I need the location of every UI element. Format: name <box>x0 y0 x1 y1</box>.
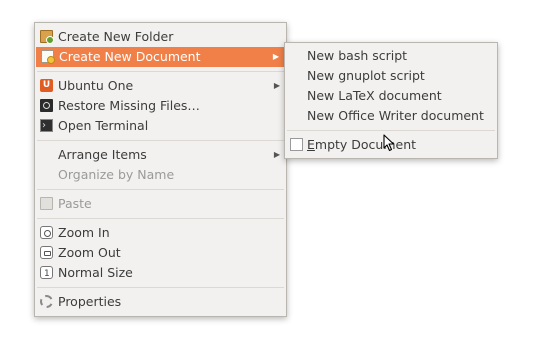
terminal-icon <box>40 116 53 136</box>
restore-icon <box>40 99 53 112</box>
menu-separator <box>287 130 495 131</box>
paste-icon <box>40 197 53 210</box>
menu-separator <box>37 71 284 72</box>
properties-icon <box>40 295 53 308</box>
menu-item-label: Organize by Name <box>58 167 175 182</box>
menu-item-open-terminal[interactable]: Open Terminal <box>35 116 286 136</box>
menu-separator <box>37 218 284 219</box>
menu-item-label: Zoom Out <box>58 245 121 260</box>
document-new-icon <box>41 50 55 64</box>
menu-item-label: New gnuplot script <box>307 68 425 83</box>
menu-item-zoom-out[interactable]: Zoom Out <box>35 243 286 263</box>
menu-item-label: Open Terminal <box>58 118 149 133</box>
menu-item-arrange-items[interactable]: Arrange Items ▶ <box>35 145 286 165</box>
menu-item-label: Restore Missing Files… <box>58 98 200 113</box>
menu-item-label: Zoom In <box>58 225 110 240</box>
menu-item-label: New bash script <box>307 48 408 63</box>
folder-new-icon <box>40 30 54 44</box>
menu-item-label: New Office Writer document <box>307 108 484 123</box>
menu-item-organize-by-name: Organize by Name <box>35 165 286 185</box>
menu-item-label: Create New Folder <box>58 29 174 44</box>
menu-item-label: Normal Size <box>58 265 133 280</box>
menu-item-label: Create New Document <box>59 49 201 64</box>
menu-item-create-new-folder[interactable]: Create New Folder <box>35 27 286 47</box>
mnemonic-letter: E <box>307 137 315 152</box>
menu-separator <box>37 287 284 288</box>
menu-item-label: Empty Document <box>307 137 416 152</box>
mouse-pointer-icon <box>383 134 395 152</box>
menu-separator <box>37 189 284 190</box>
zoom-out-icon <box>40 246 53 259</box>
menu-item-restore-missing-files[interactable]: Restore Missing Files… <box>35 96 286 116</box>
menu-item-ubuntu-one[interactable]: U Ubuntu One ▶ <box>35 76 286 96</box>
menu-item-properties[interactable]: Properties <box>35 292 286 312</box>
context-menu: Create New Folder Create New Document ▶ … <box>34 22 287 317</box>
submenu-item-new-bash-script[interactable]: New bash script <box>285 46 497 66</box>
menu-separator <box>37 140 284 141</box>
zoom-normal-icon <box>40 264 53 284</box>
menu-item-normal-size[interactable]: Normal Size <box>35 263 286 284</box>
menu-item-label: Paste <box>58 196 92 211</box>
menu-item-label-rest: mpty Document <box>314 137 417 152</box>
menu-item-label: Ubuntu One <box>58 78 134 93</box>
menu-item-paste: Paste <box>35 194 286 214</box>
submenu-arrow-icon: ▶ <box>272 52 279 61</box>
menu-item-label: Properties <box>58 294 122 309</box>
submenu-arrow-icon: ▶ <box>273 81 280 90</box>
menu-item-create-new-document[interactable]: Create New Document ▶ <box>36 47 285 67</box>
submenu-arrow-icon: ▶ <box>273 150 280 159</box>
menu-item-label: Arrange Items <box>58 147 147 162</box>
menu-item-label: New LaTeX document <box>307 88 442 103</box>
empty-document-icon <box>290 138 303 151</box>
submenu-item-new-office-writer-document[interactable]: New Office Writer document <box>285 106 497 126</box>
zoom-in-icon <box>40 226 53 239</box>
submenu-item-new-gnuplot-script[interactable]: New gnuplot script <box>285 66 497 86</box>
menu-item-zoom-in[interactable]: Zoom In <box>35 223 286 243</box>
submenu-item-new-latex-document[interactable]: New LaTeX document <box>285 86 497 106</box>
ubuntu-one-icon: U <box>40 79 53 92</box>
